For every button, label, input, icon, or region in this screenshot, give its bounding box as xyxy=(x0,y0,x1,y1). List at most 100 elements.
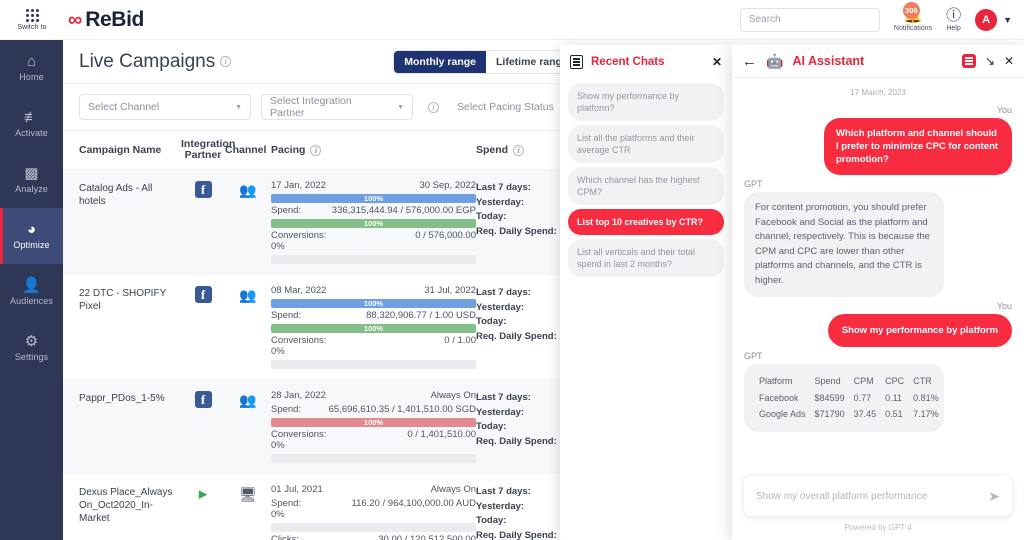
sidebar-item-label: Settings xyxy=(14,352,49,362)
table-cell: Facebook xyxy=(759,392,799,403)
brand-name: ReBid xyxy=(85,7,144,31)
spend-req-daily-label: Req. Daily Spend: xyxy=(476,435,557,447)
start-date: 08 Mar, 2022 xyxy=(271,285,327,296)
info-icon[interactable]: i xyxy=(220,56,232,67)
column-integration-partner: Integration Partner xyxy=(181,139,235,161)
table-cell: $84599 xyxy=(814,392,845,403)
app-root: Switch to ∞ ReBid Search 🔔 305 Notificat… xyxy=(0,0,1024,540)
sidebar-item-activate[interactable]: ≢ Activate xyxy=(0,96,63,152)
table-cell: 0.81% xyxy=(913,392,939,403)
metric-label: Spend: xyxy=(271,404,302,415)
chat-list-icon[interactable] xyxy=(570,55,583,69)
sidebar-item-audiences[interactable]: 👤 Audiences xyxy=(0,264,63,320)
switch-to-button[interactable]: Switch to xyxy=(0,0,64,40)
ai-chat-input[interactable]: Show my overall platform performance ➤ xyxy=(744,476,1012,516)
send-icon[interactable]: ➤ xyxy=(988,488,1000,505)
info-icon[interactable]: i xyxy=(513,144,525,156)
range-toggle: Monthly range Lifetime range xyxy=(393,49,579,74)
channel-cell: 👥 xyxy=(225,285,271,371)
sidebar-item-settings[interactable]: ⚙ Settings xyxy=(0,320,63,376)
tab-monthly-range[interactable]: Monthly range xyxy=(394,50,487,73)
metric-value: 30.00 / 120,512,500.00 xyxy=(378,534,476,540)
search-input[interactable]: Search xyxy=(739,7,880,32)
end-date: Always On xyxy=(430,390,476,401)
chat-result-table-bubble: Platform Spend CPM CPC CTR Facebook $84599 0.77… xyxy=(744,364,944,432)
switch-to-label: Switch to xyxy=(17,23,47,31)
page-title: Live Campaigns xyxy=(79,50,216,72)
metric-value: 0 / 576,000.00 xyxy=(415,230,476,241)
display-icon: 🖥 xyxy=(239,486,257,502)
close-icon[interactable]: ✕ xyxy=(712,55,722,69)
facebook-icon: f xyxy=(194,391,212,408)
sidebar-item-analyze[interactable]: ▩ Analyze xyxy=(0,152,63,208)
help-button[interactable]: ⓘ Help xyxy=(946,6,962,32)
signal-icon: ◕ xyxy=(26,221,37,238)
recent-chat-item[interactable]: List top 10 creatives by CTR? xyxy=(568,209,724,235)
back-arrow-icon[interactable]: ← xyxy=(742,53,757,70)
ai-assistant-body: 17 March, 2023 You Which platform and ch… xyxy=(732,78,1024,470)
help-label: Help xyxy=(946,24,961,32)
brand-logo[interactable]: ∞ ReBid xyxy=(68,8,144,32)
info-icon[interactable]: i xyxy=(428,101,439,113)
top-bar: Switch to ∞ ReBid Search 🔔 305 Notificat… xyxy=(0,0,1024,40)
end-date: Always On xyxy=(430,484,476,495)
chat-history-icon[interactable] xyxy=(961,54,976,68)
avatar[interactable]: A xyxy=(975,8,998,31)
metric-percent: 0% xyxy=(271,241,285,252)
message-sender-gpt: GPT xyxy=(744,351,763,361)
notifications-label: Notifications xyxy=(893,24,933,32)
recent-chats-list: Show my performance by platform? List all… xyxy=(560,83,732,277)
recent-chat-item[interactable]: Show my performance by platform? xyxy=(568,83,724,121)
channel-cell: 👥 xyxy=(225,180,271,266)
question-circle-icon: ⓘ xyxy=(946,6,962,24)
column-spend-label: Spend xyxy=(476,144,509,156)
social-icon: 👥 xyxy=(239,287,257,303)
sidebar-item-optimize[interactable]: ◕ Optimize xyxy=(0,208,63,264)
table-cell: Google Ads xyxy=(759,409,806,419)
sidebar-item-label: Home xyxy=(19,72,44,82)
table-cell: 0.11 xyxy=(885,392,902,403)
spend-yesterday-label: Yesterday: xyxy=(476,301,525,313)
metric-percent: 0% xyxy=(271,509,285,520)
table-cell: 0.77 xyxy=(853,392,872,403)
close-icon[interactable]: ✕ xyxy=(1004,54,1014,68)
chat-message-user: Which platform and channel should I pref… xyxy=(824,118,1012,175)
progress-bar xyxy=(271,255,476,264)
table-header-cell: CPC xyxy=(885,376,905,386)
metric-percent: 0% xyxy=(271,346,285,357)
column-integration-partner-line2: Partner xyxy=(184,149,222,161)
home-icon: ⌂ xyxy=(26,53,37,70)
recent-chat-item[interactable]: List all verticals and their total spend… xyxy=(568,239,724,277)
select-integration-partner-dropdown[interactable]: Select Integration Partner ▼ xyxy=(261,94,413,120)
metric-value: 65,696,610.35 / 1,401,510.00 SGD xyxy=(328,404,476,415)
collapse-icon[interactable]: ↘ xyxy=(985,54,995,68)
column-channel: Channel xyxy=(225,144,267,156)
spend-req-daily-label: Req. Daily Spend: xyxy=(476,330,557,342)
info-icon[interactable]: i xyxy=(310,144,322,156)
chevron-down-icon[interactable]: ▼ xyxy=(1003,15,1012,25)
metric-value: 0 / 1,401,510.00 xyxy=(407,429,476,440)
table-row: Facebook $84599 0.77 0.11 0.81% xyxy=(759,391,939,406)
spend-last7-label: Last 7 days: xyxy=(476,287,531,298)
recent-chat-item[interactable]: Which channel has the highest CPM? xyxy=(568,167,724,205)
pacing-cell: 01 Jul, 2021 Always On Spend: 116.20 / 964,… xyxy=(271,484,476,540)
channel-cell: 👥 xyxy=(225,390,271,465)
pacing-cell: 17 Jan, 2022 30 Sep, 2022 100% Spend: 336,31… xyxy=(271,180,476,266)
start-date: 01 Jul, 2021 xyxy=(271,484,323,495)
progress-bar: 100% xyxy=(271,194,476,203)
select-pacing-status-label: Select Pacing Status xyxy=(457,101,554,113)
ai-assistant-panel: ← 🤖 AI Assistant ↘ ✕ 17 March, 2023 You … xyxy=(732,45,1024,540)
ai-chat-input-placeholder: Show my overall platform performance xyxy=(756,490,928,502)
select-channel-dropdown[interactable]: Select Channel ▼ xyxy=(79,94,251,120)
chevron-down-icon: ▼ xyxy=(235,103,242,111)
integration-partner-cell: ▸ xyxy=(181,484,225,540)
sidebar-item-label: Optimize xyxy=(13,240,50,250)
top-bar-right: Search 🔔 305 Notifications ⓘ Help A ▼ xyxy=(739,1,1024,32)
sidebar-item-home[interactable]: ⌂ Home xyxy=(0,40,63,96)
message-sender-gpt: GPT xyxy=(744,179,763,189)
spend-today-label: Today: xyxy=(476,421,507,432)
notifications-button[interactable]: 🔔 305 Notifications xyxy=(893,1,933,32)
progress-bar: 100% xyxy=(271,219,476,228)
recent-chat-item[interactable]: List all the platforms and their average… xyxy=(568,125,724,163)
recent-chats-panel: Recent Chats ✕ Show my performance by pl… xyxy=(560,45,732,540)
